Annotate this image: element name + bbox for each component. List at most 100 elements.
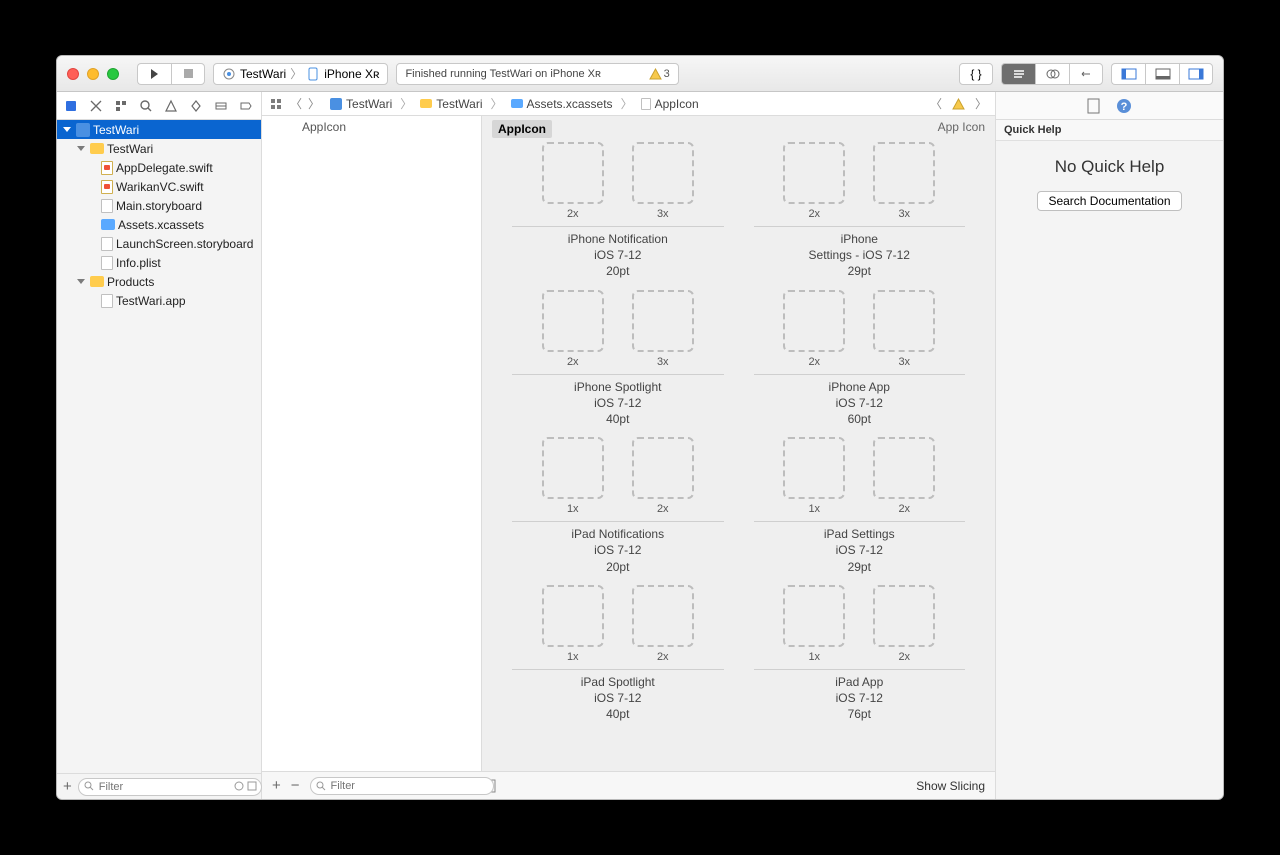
warning-badge[interactable]: 3 [649,68,670,80]
tree-file-row[interactable]: AppDelegate.swift [57,158,261,177]
warning-icon[interactable] [952,98,965,110]
add-button[interactable]: + [63,778,72,795]
icon-well[interactable] [542,290,604,352]
icon-well[interactable] [632,142,694,204]
scale-label: 1x [542,503,604,515]
activity-status[interactable]: Finished running TestWari on iPhone Xʀ 3 [396,63,678,85]
source-control-navigator-tab[interactable] [88,98,104,114]
issue-navigator-tab[interactable] [163,98,179,114]
storyboard-file-icon [101,199,113,213]
symbol-navigator-tab[interactable] [113,98,129,114]
tree-project-row[interactable]: TestWari [57,120,261,139]
quick-help-tab[interactable]: ? [1116,98,1132,114]
tree-app-row[interactable]: TestWari.app [57,291,261,310]
group-os: iOS 7-12 [512,542,724,558]
toggle-navigator-button[interactable] [1111,63,1145,85]
add-asset-button[interactable]: + [272,777,281,794]
scale-label: 2x [542,356,604,368]
clock-icon[interactable] [234,781,244,791]
asset-scroll[interactable]: 2x3xiPhone NotificationiOS 7-1220pt 2x 3x i… [482,142,995,771]
debug-navigator-tab[interactable] [213,98,229,114]
project-icon [330,98,342,110]
remove-asset-button[interactable]: − [291,777,300,794]
forward-button[interactable]: 〉 [308,95,320,112]
icon-well[interactable] [542,142,604,204]
tree-file-row[interactable]: Info.plist [57,253,261,272]
toggle-inspector-button[interactable] [1179,63,1213,85]
icon-group: 2x3xiPhone NotificationiOS 7-1220pt [512,142,724,280]
tree-products-row[interactable]: Products [57,272,261,291]
icon-group: 1x2xiPad AppiOS 7-1276pt [754,585,966,723]
test-navigator-tab[interactable] [188,98,204,114]
arrows-icon [1079,68,1093,80]
assets-folder-icon [101,219,115,230]
breadcrumb[interactable]: TestWari 〉 TestWari 〉 Assets.xcassets 〉 … [330,95,920,112]
back-button[interactable]: 〈 [286,95,306,112]
tree-label: Main.storyboard [116,199,202,213]
disclosure-icon [77,146,85,151]
icon-well[interactable] [542,585,604,647]
icon-well[interactable] [873,290,935,352]
tree-file-row[interactable]: LaunchScreen.storyboard [57,234,261,253]
toolbar: TestWari 〉 iPhone Xʀ Finished running Te… [57,56,1223,92]
scheme-selector[interactable]: TestWari 〉 iPhone Xʀ [213,63,388,85]
asset-filter-input[interactable] [310,777,494,795]
prev-issue-button[interactable]: 〈 [930,95,942,112]
icon-well[interactable] [873,437,935,499]
braces-icon: { } [970,67,981,81]
swift-file-icon [101,180,113,194]
related-items-button[interactable] [270,98,284,110]
scm-icon[interactable] [247,781,257,791]
next-issue-button[interactable]: 〉 [975,95,987,112]
icon-well[interactable] [542,437,604,499]
group-size: 29pt [754,263,966,279]
tree-file-row[interactable]: WarikanVC.swift [57,177,261,196]
icon-well[interactable] [783,585,845,647]
tree-label: Products [107,275,154,289]
tree-file-row[interactable]: Assets.xcassets [57,215,261,234]
tree-group-row[interactable]: TestWari [57,139,261,158]
group-os: iOS 7-12 [512,247,724,263]
breakpoint-navigator-tab[interactable] [238,98,254,114]
find-navigator-tab[interactable] [138,98,154,114]
navigator-sidebar: TestWari TestWari AppDelegate.swift Wari… [57,92,262,799]
icon-well[interactable] [783,142,845,204]
tree-label: TestWari [93,123,139,137]
project-navigator-tab[interactable] [63,98,79,114]
zoom-window-button[interactable] [107,68,119,80]
icon-well[interactable] [873,142,935,204]
icon-grid: 2x3xiPhone NotificationiOS 7-1220pt 2x 3x i… [512,142,965,722]
icon-well[interactable] [783,437,845,499]
close-window-button[interactable] [67,68,79,80]
toggle-debug-button[interactable] [1145,63,1179,85]
standard-editor-button[interactable] [1001,63,1035,85]
icon-well[interactable] [632,437,694,499]
show-slicing-button[interactable]: Show Slicing [916,779,985,793]
group-os: iOS 7-12 [754,542,966,558]
panel-right-icon [1188,68,1204,80]
outline-item-appicon[interactable]: AppIcon [262,116,481,138]
run-button[interactable] [137,63,171,85]
scheme-separator-icon: 〉 [290,65,302,82]
group-os: iOS 7-12 [754,395,966,411]
tree-file-row[interactable]: Main.storyboard [57,196,261,215]
tree-label: WarikanVC.swift [116,180,204,194]
tree-label: Info.plist [116,256,161,270]
search-documentation-button[interactable]: Search Documentation [1037,191,1181,211]
icon-group: 1x2xiPad SettingsiOS 7-1229pt [754,437,966,575]
stop-button[interactable] [171,63,205,85]
version-editor-button[interactable] [1069,63,1103,85]
file-inspector-tab[interactable] [1087,98,1100,114]
scale-label: 3x [632,356,694,368]
assistant-editor-button[interactable] [1035,63,1069,85]
device-icon [306,67,320,81]
icon-well[interactable] [632,290,694,352]
icon-well[interactable] [783,290,845,352]
editor-mode-group [1001,63,1103,85]
icon-well[interactable] [873,585,935,647]
code-snippets-button[interactable]: { } [959,63,993,85]
swift-file-icon [101,161,113,175]
minimize-window-button[interactable] [87,68,99,80]
inspector-tabs: ? [996,92,1223,120]
icon-well[interactable] [632,585,694,647]
